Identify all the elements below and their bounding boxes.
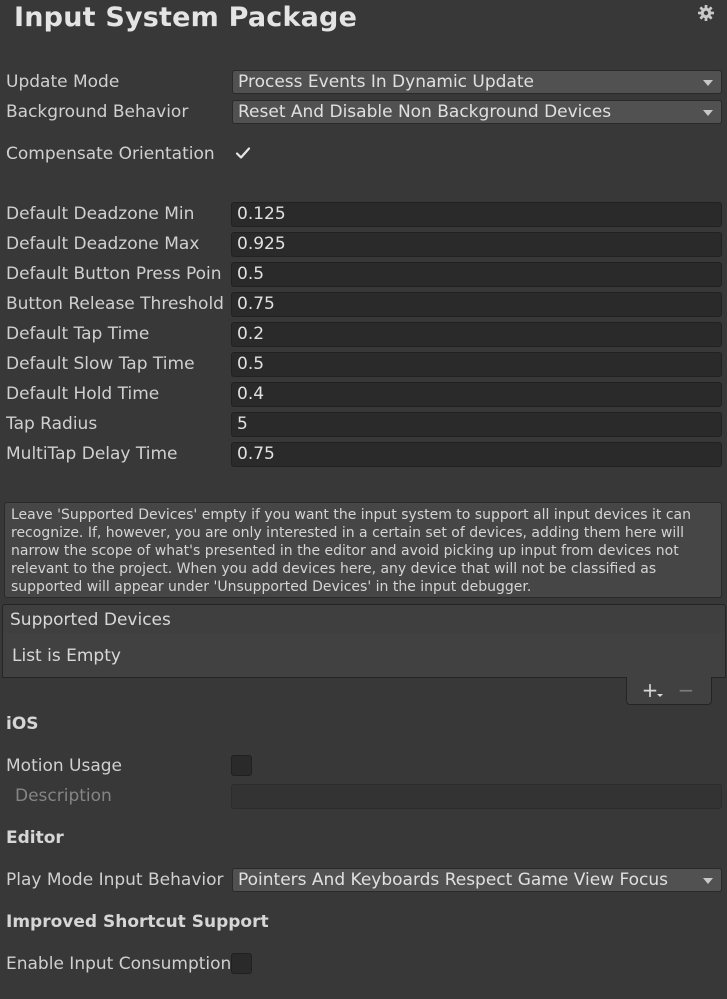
gear-icon[interactable] [697,4,715,22]
update-mode-dropdown[interactable]: Process Events In Dynamic Update [232,70,722,94]
shortcut-section-heading: Improved Shortcut Support [6,912,269,932]
tap-time-field[interactable]: 0.2 [231,322,722,347]
compensate-orientation-checkbox[interactable] [231,143,252,164]
update-mode-row: Update Mode Process Events In Dynamic Up… [0,69,727,95]
description-field[interactable] [231,784,722,809]
motion-usage-label: Motion Usage [6,756,123,776]
field-row-tap-time: Default Tap Time 0.2 [0,321,727,347]
field-row-multitap-delay: MultiTap Delay Time 0.75 [0,441,727,467]
enable-input-consumption-checkbox[interactable] [231,953,252,974]
enable-input-consumption-row: Enable Input Consumption [0,951,727,977]
description-row: Description [0,783,727,809]
field-label: Default Button Press Poin [6,264,222,284]
supported-devices-list: List is Empty [2,633,726,678]
field-value: 0.75 [237,294,275,314]
field-value: 0.5 [237,354,265,374]
field-value: 5 [237,414,248,434]
field-value: 0.5 [237,264,265,284]
supported-devices-header: Supported Devices [2,604,726,634]
field-value: 0.2 [237,324,265,344]
field-row-hold-time: Default Hold Time 0.4 [0,381,727,407]
background-behavior-value: Reset And Disable Non Background Devices [238,102,612,122]
tap-radius-field[interactable]: 5 [231,412,722,437]
field-label: Default Deadzone Max [6,234,200,254]
multitap-delay-field[interactable]: 0.75 [231,442,722,467]
chevron-down-icon [703,110,713,116]
list-empty-text: List is Empty [12,646,121,666]
field-row-deadzone-min: Default Deadzone Min 0.125 [0,201,727,227]
chevron-down-icon [703,878,713,884]
field-value: 0.75 [237,444,275,464]
play-mode-dropdown[interactable]: Pointers And Keyboards Respect Game View… [232,868,722,892]
compensate-orientation-label: Compensate Orientation [6,144,215,164]
update-mode-label: Update Mode [6,72,120,92]
deadzone-min-field[interactable]: 0.125 [231,202,722,227]
field-row-deadzone-max: Default Deadzone Max 0.925 [0,231,727,257]
play-mode-value: Pointers And Keyboards Respect Game View… [238,870,669,890]
field-label: Button Release Threshold [6,294,224,314]
field-row-button-release-threshold: Button Release Threshold 0.75 [0,291,727,317]
motion-usage-checkbox[interactable] [231,755,252,776]
list-footer: + − [626,677,712,705]
field-label: Default Hold Time [6,384,160,404]
field-value: 0.4 [237,384,265,404]
dropdown-arrow-icon [657,694,663,697]
update-mode-value: Process Events In Dynamic Update [238,72,534,92]
minus-icon: − [677,678,695,702]
field-label: Tap Radius [6,414,98,434]
field-label: Default Deadzone Min [6,204,195,224]
chevron-down-icon [703,80,713,86]
supported-devices-title: Supported Devices [10,610,171,630]
field-label: Default Tap Time [6,324,150,344]
compensate-orientation-row: Compensate Orientation [0,141,727,167]
deadzone-max-field[interactable]: 0.925 [231,232,722,257]
motion-usage-row: Motion Usage [0,753,727,779]
hold-time-field[interactable]: 0.4 [231,382,722,407]
slow-tap-time-field[interactable]: 0.5 [231,352,722,377]
remove-device-button[interactable]: − [675,679,697,701]
editor-section-heading: Editor [6,828,64,848]
page-title: Input System Package [14,2,358,33]
field-label: Default Slow Tap Time [6,354,195,374]
play-mode-label: Play Mode Input Behavior [6,870,224,890]
background-behavior-row: Background Behavior Reset And Disable No… [0,99,727,125]
add-device-button[interactable]: + [637,679,663,701]
play-mode-row: Play Mode Input Behavior Pointers And Ke… [0,867,727,893]
field-row-slow-tap-time: Default Slow Tap Time 0.5 [0,351,727,377]
input-system-settings-panel: Input System Package Update Mode Process… [0,0,727,999]
button-release-threshold-field[interactable]: 0.75 [231,292,722,317]
button-press-point-field[interactable]: 0.5 [231,262,722,287]
field-label: MultiTap Delay Time [6,444,178,464]
ios-section-heading: iOS [6,714,39,734]
description-label: Description [15,786,112,806]
field-value: 0.125 [237,204,286,224]
plus-icon: + [641,678,659,702]
background-behavior-label: Background Behavior [6,102,189,122]
supported-devices-help-box: Leave 'Supported Devices' empty if you w… [4,502,722,598]
checkmark-icon [235,147,251,159]
background-behavior-dropdown[interactable]: Reset And Disable Non Background Devices [232,100,722,124]
field-row-tap-radius: Tap Radius 5 [0,411,727,437]
field-value: 0.925 [237,234,286,254]
enable-input-consumption-label: Enable Input Consumption [6,954,230,974]
field-row-button-press-point: Default Button Press Poin 0.5 [0,261,727,287]
